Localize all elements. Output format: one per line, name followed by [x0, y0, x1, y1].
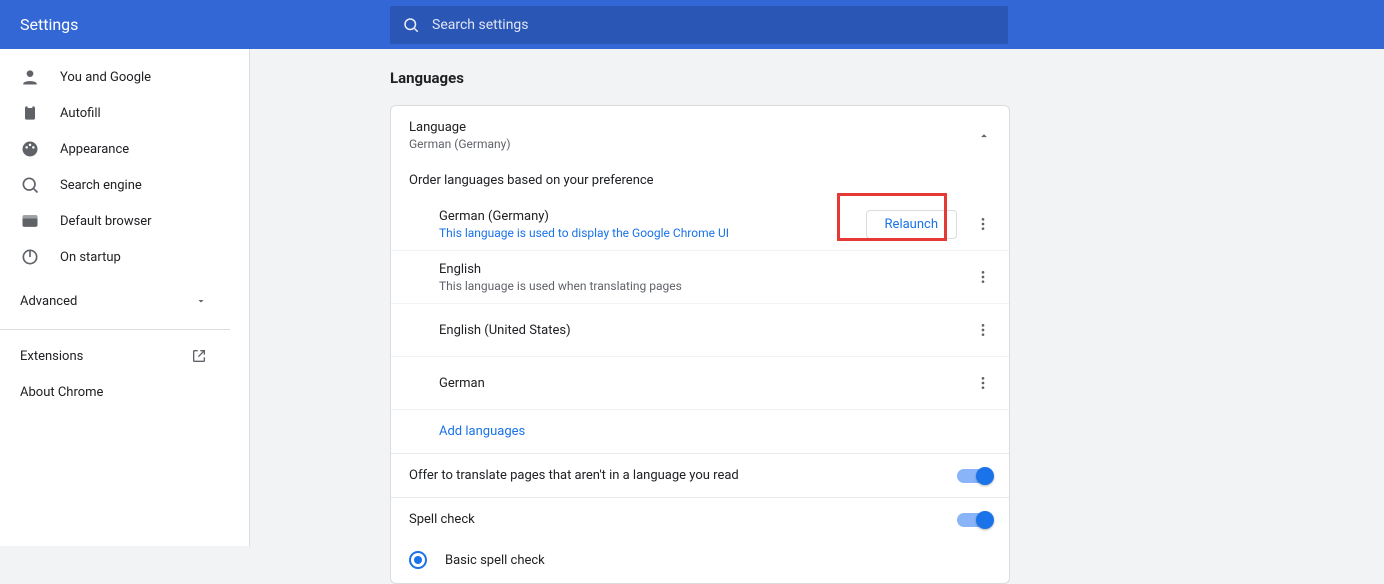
clipboard-icon — [20, 103, 60, 123]
language-desc: This language is used when translating p… — [439, 279, 682, 293]
sidebar-item-label: Autofill — [60, 106, 101, 121]
sidebar-item-advanced[interactable]: Advanced — [0, 281, 249, 321]
chevron-up-icon[interactable] — [977, 129, 991, 143]
spell-check-toggle[interactable] — [957, 513, 991, 527]
sidebar-item-label: Search engine — [60, 178, 142, 193]
language-name: German (Germany) — [439, 209, 729, 224]
sidebar-item-you-google[interactable]: You and Google — [0, 59, 249, 95]
chevron-down-icon — [195, 295, 207, 307]
more-actions-button[interactable] — [967, 208, 999, 240]
person-icon — [20, 67, 60, 87]
external-link-icon — [191, 348, 207, 364]
language-title: Language — [409, 120, 511, 135]
palette-icon — [20, 139, 60, 159]
sidebar-item-on-startup[interactable]: On startup — [0, 239, 249, 275]
language-row-english: English This language is used when trans… — [391, 251, 1009, 304]
language-header[interactable]: Language German (Germany) — [391, 106, 1009, 157]
search-box[interactable] — [390, 6, 1008, 44]
sidebar-item-label: About Chrome — [20, 385, 103, 400]
language-desc: This language is used to display the Goo… — [439, 226, 729, 240]
sidebar-item-extensions[interactable]: Extensions — [0, 338, 249, 374]
language-current: German (Germany) — [409, 137, 511, 151]
spell-check-label: Spell check — [409, 512, 475, 527]
header: Settings — [0, 0, 1384, 49]
sidebar-item-label: On startup — [60, 250, 121, 265]
more-actions-button[interactable] — [967, 314, 999, 346]
sidebar-item-label: You and Google — [60, 70, 151, 85]
basic-spell-check-option[interactable]: Basic spell check — [391, 541, 1009, 583]
sidebar-item-search-engine[interactable]: Search engine — [0, 167, 249, 203]
sidebar-item-label: Appearance — [60, 142, 129, 157]
sidebar: You and Google Autofill Appearance Searc… — [0, 49, 250, 546]
search-input[interactable] — [432, 17, 996, 33]
radio-selected-icon — [409, 551, 427, 569]
language-row-german-germany: German (Germany) This language is used t… — [391, 198, 1009, 251]
translate-offer-row: Offer to translate pages that aren't in … — [391, 454, 1009, 497]
power-icon — [20, 247, 60, 267]
sidebar-item-label: Default browser — [60, 214, 152, 229]
page-title: Settings — [20, 15, 390, 34]
translate-offer-label: Offer to translate pages that aren't in … — [409, 468, 739, 483]
translate-toggle[interactable] — [957, 469, 991, 483]
sidebar-item-default-browser[interactable]: Default browser — [0, 203, 249, 239]
order-hint: Order languages based on your preference — [391, 157, 1009, 198]
more-actions-button[interactable] — [967, 261, 999, 293]
language-name: English (United States) — [439, 323, 571, 338]
basic-spell-check-label: Basic spell check — [445, 553, 545, 568]
language-row-english-us: English (United States) — [391, 304, 1009, 357]
section-title: Languages — [390, 69, 1384, 87]
relaunch-button[interactable]: Relaunch — [866, 210, 957, 239]
sidebar-item-about[interactable]: About Chrome — [0, 374, 249, 410]
browser-icon — [20, 211, 60, 231]
search-icon — [402, 16, 420, 34]
languages-card: Language German (Germany) Order language… — [390, 105, 1010, 584]
more-actions-button[interactable] — [967, 367, 999, 399]
language-name: English — [439, 262, 682, 277]
language-row-german: German — [391, 357, 1009, 410]
spell-check-row: Spell check — [391, 498, 1009, 541]
main-content: Languages Language German (Germany) Orde… — [250, 49, 1384, 584]
sidebar-item-autofill[interactable]: Autofill — [0, 95, 249, 131]
add-languages-link[interactable]: Add languages — [391, 410, 1009, 453]
search-icon — [20, 175, 60, 195]
sidebar-item-appearance[interactable]: Appearance — [0, 131, 249, 167]
sidebar-item-label: Extensions — [20, 349, 83, 364]
sidebar-item-label: Advanced — [20, 294, 77, 309]
language-name: German — [439, 376, 485, 391]
divider — [0, 329, 230, 330]
